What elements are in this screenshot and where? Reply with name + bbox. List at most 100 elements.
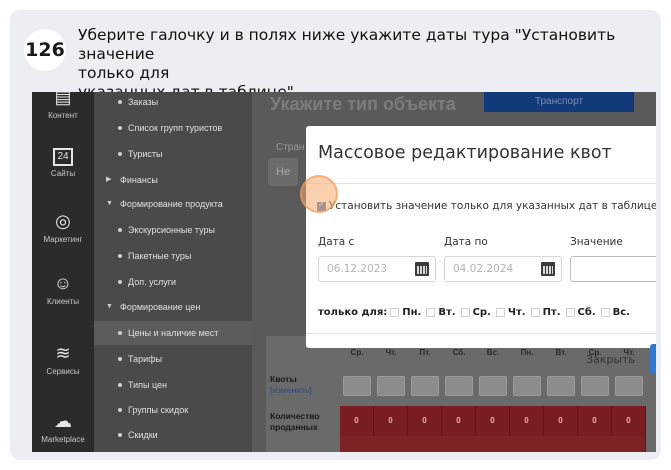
sold-cell: 0 [544, 406, 578, 436]
day-header: Вт. [555, 348, 567, 357]
step-text-line-2: только для [78, 64, 170, 82]
weekday-checkbox[interactable] [390, 308, 400, 317]
menu-item-label: Группы скидок [128, 405, 189, 415]
menu-item-tariffs[interactable]: Тарифы [94, 347, 252, 371]
rail-item-clients[interactable]: ☺ Клиенты [32, 272, 94, 306]
menu-item-price-forming[interactable]: ▼ Формирование цен [94, 295, 252, 319]
rail-item-sites[interactable]: 24 Сайты [32, 148, 94, 178]
weekday-filter: только для: Пн. Вт. Ср. Чт. Пт. Сб. Вс. [318, 307, 635, 318]
weekday-checkbox[interactable] [460, 308, 470, 317]
weekday-checkbox[interactable] [426, 308, 436, 317]
quotas-row-label: Квоты [изменить] [270, 374, 312, 396]
quotas-label: Квоты [270, 374, 297, 384]
weekday-label: Ср. [472, 307, 491, 318]
clients-icon: ☺ [53, 273, 73, 293]
quota-cell[interactable] [343, 376, 371, 396]
menu-item-prices-availability[interactable]: Цены и наличие мест [94, 321, 252, 345]
weekday-checkbox[interactable] [565, 308, 575, 317]
weekday-sun[interactable]: Вс. [600, 307, 630, 318]
side-menu: Заказы Список групп туристов Туристы ▶ Фи… [94, 92, 252, 452]
only-dates-checkbox-row[interactable]: Установить значение только для указанных… [317, 200, 656, 212]
menu-item-label: Экскурсионные туры [128, 225, 215, 235]
save-button[interactable] [650, 344, 656, 374]
calendar-icon[interactable] [415, 262, 429, 276]
weekday-tue[interactable]: Вт. [426, 307, 456, 318]
rail-label: Маркетинг [43, 235, 83, 244]
table-bottom-row [340, 436, 646, 452]
weekday-wed[interactable]: Ср. [460, 307, 491, 318]
menu-item-label: Доп. услуги [128, 277, 177, 287]
target-icon: ◎ [55, 211, 71, 231]
weekday-thu[interactable]: Чт. [495, 307, 526, 318]
calendar-icon[interactable] [541, 262, 555, 276]
menu-item-label: Заказы [128, 97, 159, 107]
bullet [118, 126, 122, 130]
close-button[interactable]: Закрыть [586, 353, 635, 366]
menu-item-discounts[interactable]: Скидки [94, 423, 252, 447]
menu-item-extra-services[interactable]: Доп. услуги [94, 270, 252, 294]
weekday-checkbox[interactable] [600, 308, 610, 317]
bullet [118, 100, 122, 104]
day-header: Чт. [385, 348, 397, 357]
menu-item-label: Цены и наличие мест [128, 328, 219, 338]
rail-item-marketplace[interactable]: ☁ Marketplace [32, 410, 94, 444]
bullet [118, 383, 122, 387]
icon-rail: ▤ Контент 24 Сайты ◎ Маркетинг ☺ Клиенты… [32, 92, 94, 452]
partial-button[interactable]: Не [268, 158, 298, 186]
weekday-mon[interactable]: Пн. [390, 307, 421, 318]
rail-item-marketing[interactable]: ◎ Маркетинг [32, 210, 94, 244]
menu-item-product-forming[interactable]: ▼ Формирование продукта [94, 192, 252, 216]
rail-label: Клиенты [46, 297, 80, 306]
step-instruction: Уберите галочку и в полях ниже укажите д… [78, 26, 648, 102]
transport-button[interactable]: Транспорт [484, 92, 634, 112]
menu-item-label: Скидки [128, 430, 158, 440]
menu-item-excursion-tours[interactable]: Экскурсионные туры [94, 218, 252, 242]
sold-cell: 0 [340, 406, 374, 436]
quota-cell[interactable] [411, 376, 439, 396]
weekday-fri[interactable]: Пт. [530, 307, 561, 318]
date-to-input[interactable]: 04.02.2024 [444, 256, 562, 282]
sold-cell: 0 [408, 406, 442, 436]
menu-item-finance[interactable]: ▶ Финансы [94, 168, 252, 192]
rail-item-services[interactable]: ≋ Сервисы [32, 342, 94, 376]
weekday-checkbox[interactable] [495, 308, 505, 317]
quota-cell[interactable] [377, 376, 405, 396]
edit-quotas-link[interactable]: [изменить] [270, 385, 312, 396]
bullet [118, 408, 122, 412]
weekday-label: Вт. [438, 307, 456, 318]
step-number: 126 [24, 29, 66, 71]
menu-item-tourists[interactable]: Туристы [94, 142, 252, 166]
menu-item-price-types[interactable]: Типы цен [94, 373, 252, 397]
date-from-input[interactable]: 06.12.2023 [318, 256, 436, 282]
chevron-down-icon: ▼ [106, 303, 113, 310]
weekday-label: Пт. [542, 307, 561, 318]
sold-label-line-1: Количество [270, 411, 320, 421]
menu-item-orders[interactable]: Заказы [94, 92, 252, 114]
date-to-value: 04.02.2024 [453, 263, 514, 275]
quota-cell[interactable] [513, 376, 541, 396]
quota-cell[interactable] [615, 376, 643, 396]
menu-item-discount-groups[interactable]: Группы скидок [94, 398, 252, 422]
menu-item-package-tours[interactable]: Пакетные туры [94, 244, 252, 268]
quota-cell[interactable] [445, 376, 473, 396]
sold-row-label: Количество проданных [270, 411, 320, 433]
value-label: Значение [570, 236, 623, 248]
app-screenshot: ▤ Контент 24 Сайты ◎ Маркетинг ☺ Клиенты… [32, 92, 656, 452]
value-input[interactable] [570, 256, 656, 282]
weekday-sat[interactable]: Сб. [565, 307, 596, 318]
quota-cell[interactable] [479, 376, 507, 396]
menu-item-tourist-groups[interactable]: Список групп туристов [94, 116, 252, 140]
document-icon: ▤ [54, 92, 72, 107]
rail-label: Сайты [50, 169, 76, 178]
quota-cell[interactable] [581, 376, 609, 396]
weekday-checkbox[interactable] [530, 308, 540, 317]
bullet [118, 152, 122, 156]
rail-label: Marketplace [41, 435, 85, 444]
rail-item-content[interactable]: ▤ Контент [32, 92, 94, 120]
cloud-upload-icon: ☁ [54, 411, 72, 431]
weekday-label: Чт. [507, 307, 526, 318]
menu-item-label: Типы цен [128, 380, 168, 390]
divider [306, 333, 656, 334]
rail-label: Контент [48, 111, 78, 120]
quota-cell[interactable] [547, 376, 575, 396]
